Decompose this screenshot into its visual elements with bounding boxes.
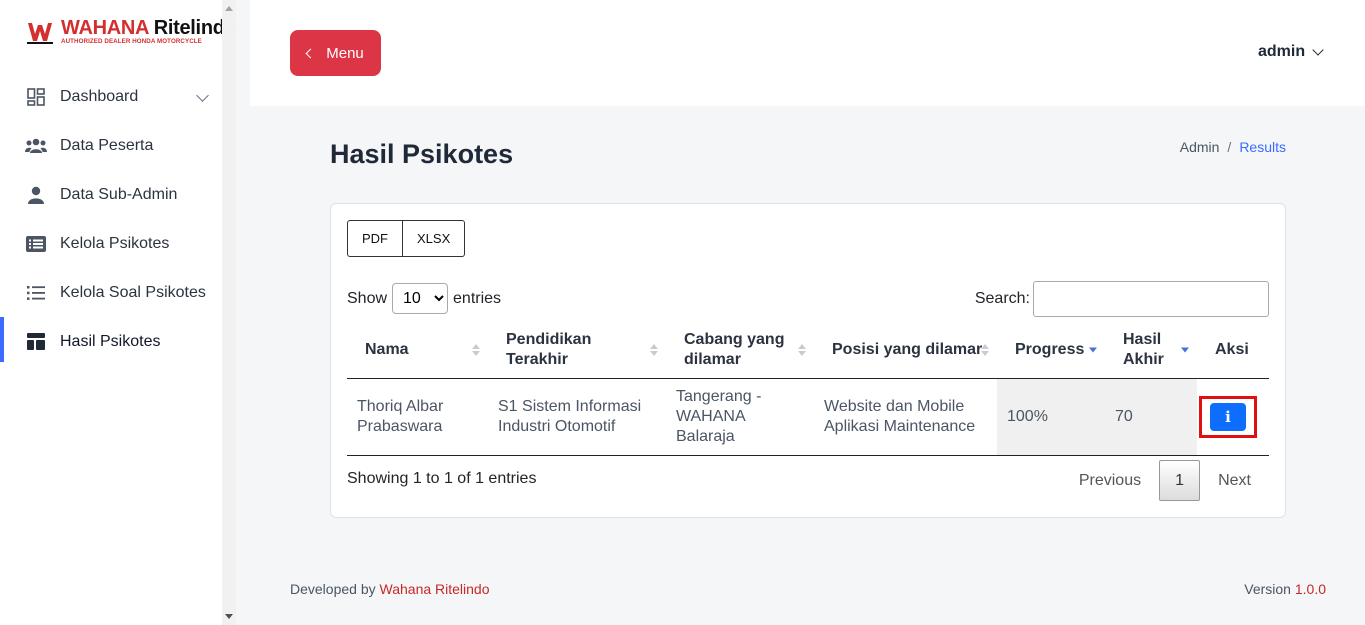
column-header-pendidikan[interactable]: Pendidikan Terakhir (488, 322, 666, 379)
footer-developed-by: Developed by (290, 581, 376, 597)
breadcrumb-admin[interactable]: Admin (1180, 139, 1220, 155)
sort-desc-icon (1089, 347, 1097, 353)
sort-icon (981, 343, 989, 356)
cell-cabang: Tangerang - WAHANA Balaraja (666, 378, 814, 456)
pagination: Previous 1 Next (1061, 460, 1269, 501)
footer-version-number: 1.0.0 (1294, 581, 1326, 597)
user-icon (25, 185, 47, 205)
footer-credit: Developed by Wahana Ritelindo (290, 581, 490, 597)
next-page-button[interactable]: Next (1200, 460, 1269, 501)
column-header-label: Progress (1015, 340, 1085, 358)
info-icon: i (1225, 407, 1231, 426)
cell-hasil-akhir: 70 (1105, 378, 1197, 456)
topbar: Menu admin (250, 0, 1365, 106)
scroll-down-arrow-icon[interactable] (225, 614, 233, 619)
chevron-down-icon (196, 89, 209, 102)
cell-posisi: Website dan Mobile Aplikasi Maintenance (814, 378, 997, 456)
footer-version-label: Version (1244, 581, 1291, 597)
column-header-progress[interactable]: Progress (997, 322, 1105, 379)
chevron-down-icon (1312, 44, 1324, 56)
chevron-left-icon (305, 48, 316, 59)
sidebar-nav: Dashboard Data Peserta Data Sub-Admin Ke… (0, 72, 236, 366)
previous-page-button[interactable]: Previous (1061, 460, 1159, 501)
breadcrumb-results[interactable]: Results (1239, 139, 1286, 155)
cell-aksi: i (1197, 378, 1269, 456)
user-menu[interactable]: admin (1258, 43, 1324, 61)
sort-icon (798, 343, 806, 356)
column-header-cabang[interactable]: Cabang yang dilamar (666, 322, 814, 379)
cell-progress: 100% (997, 378, 1105, 456)
list-icon (25, 283, 47, 303)
info-button-highlight: i (1199, 395, 1257, 438)
sort-icon (650, 343, 658, 356)
column-header-nama[interactable]: Nama (347, 322, 488, 379)
user-name: admin (1258, 43, 1306, 60)
scroll-up-arrow-icon[interactable] (225, 6, 233, 11)
sidebar-item-label: Kelola Soal Psikotes (60, 283, 206, 301)
info-button[interactable]: i (1210, 402, 1246, 431)
column-header-aksi: Aksi (1197, 322, 1269, 379)
dashboard-grid-icon (25, 87, 47, 107)
page-size-control: Show 10 entries (347, 283, 501, 314)
sidebar-item-label: Hasil Psikotes (60, 332, 161, 350)
table-header-row: Nama Pendidikan Terakhir Cabang yang dil… (347, 322, 1269, 379)
cell-pendidikan: S1 Sistem Informasi Industri Otomotif (488, 378, 666, 456)
wahana-logo-icon (27, 19, 53, 45)
sidebar: WAHANA Ritelindo AUTHORIZED DEALER HONDA… (0, 0, 237, 625)
sidebar-item-data-sub-admin[interactable]: Data Sub-Admin (0, 170, 236, 219)
brand-subtitle: AUTHORIZED DEALER HONDA MOTORCYCLE (61, 38, 202, 45)
brand-logo[interactable]: WAHANA Ritelindo AUTHORIZED DEALER HONDA… (27, 17, 237, 47)
search-control: Search: (975, 281, 1269, 317)
sidebar-scrollbar[interactable] (222, 0, 236, 625)
export-pdf-button[interactable]: PDF (347, 220, 403, 257)
results-card: PDF XLSX Show 10 entries Search: Nama Pe… (330, 203, 1286, 518)
footer-version: Version 1.0.0 (1244, 581, 1326, 597)
sidebar-item-label: Data Peserta (60, 136, 154, 154)
column-header-posisi[interactable]: Posisi yang dilamar (814, 322, 997, 379)
menu-button[interactable]: Menu (290, 30, 381, 76)
table-row: Thoriq Albar Prabaswara S1 Sistem Inform… (347, 378, 1269, 456)
breadcrumb: Admin / Results (1180, 139, 1286, 155)
page-size-select[interactable]: 10 (392, 283, 449, 314)
export-buttons: PDF XLSX (347, 220, 466, 257)
sidebar-item-dashboard[interactable]: Dashboard (0, 72, 236, 121)
column-header-label: Aksi (1215, 340, 1249, 358)
search-input[interactable] (1033, 281, 1269, 317)
sidebar-item-label: Dashboard (60, 87, 139, 105)
brand-title: WAHANA Ritelindo (61, 17, 237, 39)
sidebar-item-hasil-psikotes[interactable]: Hasil Psikotes (0, 317, 236, 366)
column-header-label: Pendidikan Terakhir (506, 330, 592, 368)
breadcrumb-separator: / (1227, 139, 1232, 155)
sidebar-item-kelola-soal-psikotes[interactable]: Kelola Soal Psikotes (0, 268, 236, 317)
footer-developer-link[interactable]: Wahana Ritelindo (380, 581, 490, 597)
show-label: Show (347, 289, 388, 307)
column-header-hasil-akhir[interactable]: Hasil Akhir (1105, 322, 1197, 379)
table-info: Showing 1 to 1 of 1 entries (347, 470, 537, 487)
sidebar-item-kelola-psikotes[interactable]: Kelola Psikotes (0, 219, 236, 268)
menu-button-label: Menu (326, 44, 364, 62)
list-box-icon (25, 234, 47, 254)
sidebar-item-label: Kelola Psikotes (60, 234, 170, 252)
column-header-label: Hasil Akhir (1123, 330, 1164, 368)
sidebar-item-data-peserta[interactable]: Data Peserta (0, 121, 236, 170)
sort-icon (472, 343, 480, 356)
column-header-label: Nama (365, 340, 409, 358)
export-xlsx-button[interactable]: XLSX (403, 220, 466, 257)
users-icon (25, 136, 47, 156)
cell-nama: Thoriq Albar Prabaswara (347, 378, 488, 456)
page-button-1[interactable]: 1 (1159, 460, 1201, 501)
entries-label: entries (453, 289, 502, 307)
sidebar-item-label: Data Sub-Admin (60, 185, 178, 203)
layout-icon (25, 332, 47, 352)
column-header-label: Cabang yang dilamar (684, 330, 785, 368)
page-title: Hasil Psikotes (330, 139, 514, 169)
results-table: Nama Pendidikan Terakhir Cabang yang dil… (347, 322, 1269, 456)
search-label: Search: (974, 290, 1030, 307)
column-header-label: Posisi yang dilamar (832, 340, 983, 358)
sort-desc-icon (1181, 347, 1189, 353)
